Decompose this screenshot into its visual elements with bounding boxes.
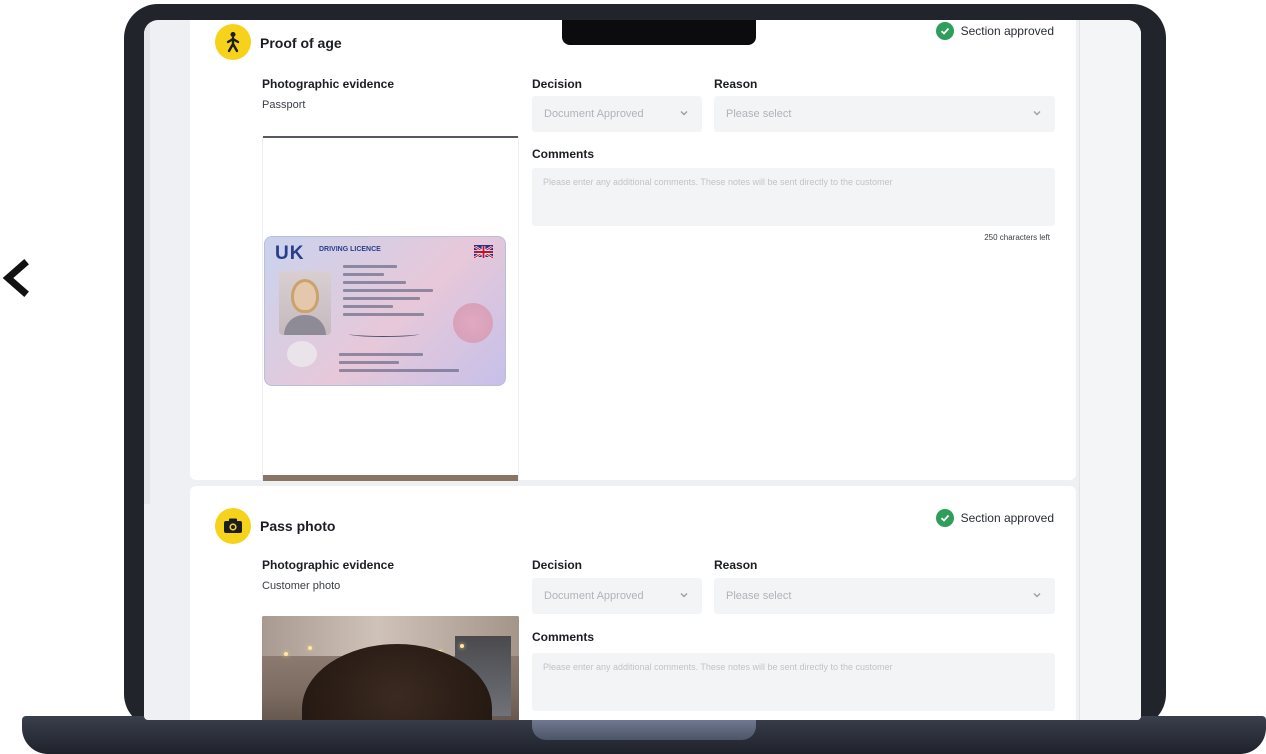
camera-notch — [562, 20, 756, 45]
comments-input[interactable]: Please enter any additional comments. Th… — [532, 653, 1055, 711]
chevron-down-icon — [1033, 593, 1041, 598]
laptop-hinge-notch — [532, 720, 756, 740]
section-title: Pass photo — [260, 518, 336, 534]
check-circle-icon — [935, 22, 954, 40]
character-counter: 250 characters left — [984, 233, 1050, 242]
section-title: Proof of age — [260, 35, 342, 51]
reason-label: Reason — [714, 558, 758, 572]
chevron-left-icon[interactable] — [0, 258, 30, 298]
chevron-down-icon — [1033, 111, 1041, 116]
licence-country: UK — [275, 243, 305, 264]
evidence-type: Customer photo — [262, 580, 341, 592]
customer-photo[interactable] — [262, 616, 519, 720]
decision-value: Document Approved — [544, 590, 644, 602]
decision-label: Decision — [532, 558, 583, 572]
camera-icon — [215, 508, 251, 544]
evidence-label: Photographic evidence — [262, 77, 395, 91]
left-rail — [144, 20, 150, 504]
laptop-screen: Proof of age Section approved Photograph… — [144, 20, 1141, 720]
driving-licence-image: UK DRIVING LICENCE — [264, 236, 506, 386]
check-circle-icon — [935, 509, 954, 527]
walking-person-icon — [215, 24, 251, 60]
evidence-image[interactable]: UK DRIVING LICENCE — [262, 136, 519, 481]
reason-placeholder: Please select — [726, 108, 792, 120]
licence-portrait — [279, 271, 331, 335]
pass-photo-section: Pass photo Section approved Photographic… — [190, 486, 1076, 720]
reason-select[interactable]: Please select — [714, 96, 1055, 132]
reason-placeholder: Please select — [726, 590, 792, 602]
licence-signature — [349, 331, 419, 337]
decision-label: Decision — [532, 77, 583, 91]
right-rail — [1079, 20, 1141, 720]
status-text: Section approved — [960, 24, 1054, 38]
status-badge: Section approved — [935, 22, 1054, 40]
evidence-label: Photographic evidence — [262, 558, 395, 572]
evidence-type: Passport — [262, 99, 306, 111]
status-badge: Section approved — [935, 509, 1054, 527]
comments-label: Comments — [532, 147, 595, 161]
licence-title: DRIVING LICENCE — [319, 246, 381, 253]
licence-details — [343, 265, 433, 321]
decision-select[interactable]: Document Approved — [532, 96, 702, 132]
status-text: Section approved — [960, 511, 1054, 525]
decision-select[interactable]: Document Approved — [532, 578, 702, 614]
comments-input[interactable]: Please enter any additional comments. Th… — [532, 168, 1055, 226]
comments-label: Comments — [532, 630, 595, 644]
chevron-down-icon — [680, 111, 688, 116]
licence-ghost-portrait — [287, 341, 317, 367]
uk-flag-icon — [473, 244, 494, 260]
decision-value: Document Approved — [544, 108, 644, 120]
proof-of-age-section: Proof of age Section approved Photograph… — [190, 20, 1076, 481]
reason-label: Reason — [714, 77, 758, 91]
reason-select[interactable]: Please select — [714, 578, 1055, 614]
chevron-down-icon — [680, 593, 688, 598]
licence-hologram — [453, 303, 493, 343]
